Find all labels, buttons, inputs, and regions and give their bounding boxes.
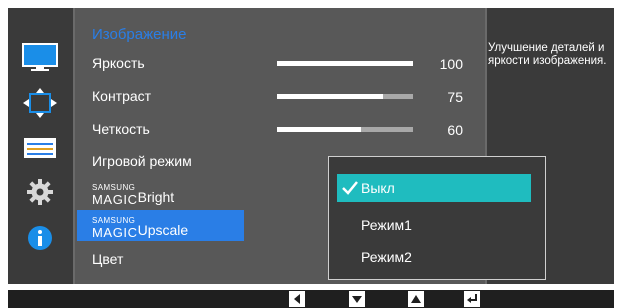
option-mode1[interactable]: Режим1: [337, 211, 531, 239]
option-label: Режим1: [361, 217, 412, 233]
enter-icon[interactable]: [464, 291, 480, 307]
sharpness-slider[interactable]: [277, 127, 413, 132]
menu-item-label: Яркость: [92, 55, 145, 71]
menu-lines-icon[interactable]: [20, 130, 60, 166]
brightness-slider[interactable]: [277, 61, 413, 66]
up-arrow-icon[interactable]: [408, 291, 424, 307]
left-arrow-icon[interactable]: [289, 291, 305, 307]
gear-icon[interactable]: [20, 174, 60, 210]
down-arrow-icon[interactable]: [349, 291, 365, 307]
slider-fill: [277, 127, 362, 132]
slider-fill: [277, 61, 413, 66]
menu-item-brightness[interactable]: Яркость 100: [75, 48, 485, 79]
brand-top: SAMSUNG: [92, 216, 136, 225]
menu-item-label: Bright: [137, 188, 175, 205]
magic-logo: SAMSUNG MAGIC: [92, 183, 138, 207]
menu-item-label: Четкость: [92, 121, 150, 137]
menu-item-label: Upscale: [137, 221, 189, 238]
brand-main: MAGIC: [92, 192, 138, 207]
monitor-osd: Изображение Яркость 100 Контраст 75 Четк…: [8, 8, 614, 284]
menu-item-contrast[interactable]: Контраст 75: [75, 81, 485, 112]
menu-item-magic-upscale[interactable]: SAMSUNG MAGIC Upscale: [77, 210, 244, 241]
move-arrows-icon[interactable]: [20, 85, 60, 121]
sharpness-value: 60: [447, 122, 463, 138]
option-label: Режим2: [361, 249, 412, 265]
info-icon[interactable]: [20, 220, 60, 256]
help-description: Улучшение деталей и яркости изображения.: [488, 42, 607, 67]
menu-item-label: Цвет: [92, 251, 124, 267]
option-label: Выкл: [361, 180, 395, 196]
checkmark-icon: [342, 181, 358, 195]
monitor-icon[interactable]: [20, 40, 60, 76]
option-off[interactable]: Выкл: [337, 174, 531, 202]
contrast-slider[interactable]: [277, 94, 413, 99]
menu-item-label: Игровой режим: [92, 153, 192, 169]
magic-logo: SAMSUNG MAGIC: [92, 216, 138, 240]
menu-item-sharpness[interactable]: Четкость 60: [75, 114, 485, 145]
upscale-options-dropdown: Выкл Режим1 Режим2: [328, 156, 546, 280]
menu-title: Изображение: [92, 26, 187, 43]
contrast-value: 75: [447, 89, 463, 105]
brand-main: MAGIC: [92, 225, 138, 240]
brand-top: SAMSUNG: [92, 183, 136, 192]
picture-menu-panel: Изображение Яркость 100 Контраст 75 Четк…: [73, 8, 546, 284]
option-mode2[interactable]: Режим2: [337, 243, 531, 271]
osd-button-bar: [8, 290, 614, 308]
brightness-value: 100: [439, 56, 463, 72]
menu-item-label: Контраст: [92, 88, 152, 104]
slider-fill: [277, 94, 384, 99]
category-sidebar: [8, 8, 73, 284]
